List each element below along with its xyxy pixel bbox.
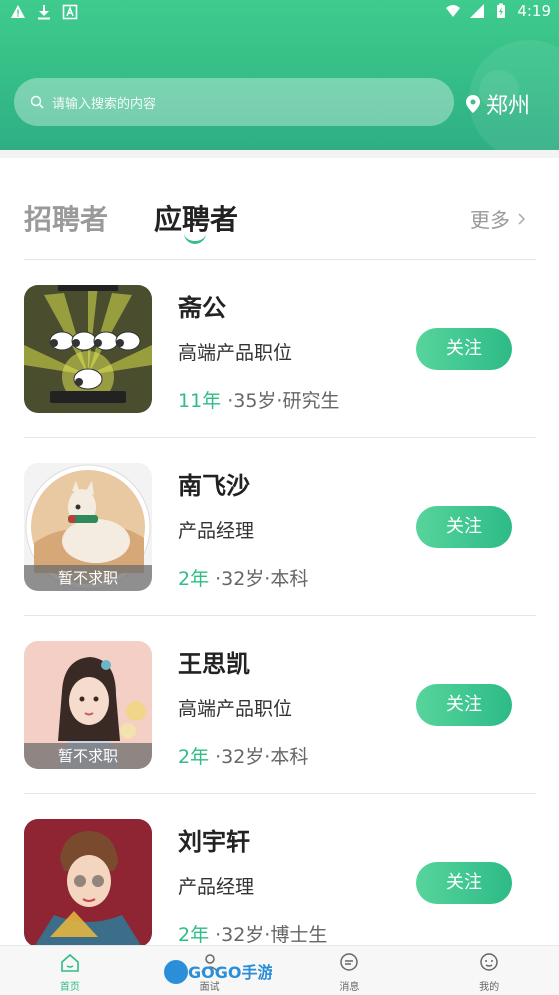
clock: 4:19 [517,2,551,20]
avatar [24,819,152,947]
candidate-list: 斋公 高端产品职位 11年 ·35岁·研究生 关注 暂不求职 南飞沙 产品经理 … [0,260,559,972]
more-link[interactable]: 更多 [470,204,526,233]
follow-button[interactable]: 关注 [416,328,512,370]
follow-button[interactable]: 关注 [416,506,512,548]
follow-button[interactable]: 关注 [416,684,512,726]
candidate-details: ·32岁·博士生 [215,924,328,946]
search-placeholder: 请输入搜索的内容 [52,96,157,112]
candidate-details: ·32岁·本科 [215,568,309,590]
battery-icon [497,3,506,18]
experience-years: 11年 [178,390,222,412]
candidate-details: ·32岁·本科 [215,746,309,768]
candidate-meta: 2年 ·32岁·本科 [178,742,308,769]
avatar: 暂不求职 [24,641,152,769]
divider [0,150,559,158]
status-bar: 4:19 [0,0,559,26]
status-badge: 暂不求职 [24,565,152,591]
status-badge: 暂不求职 [24,743,152,769]
app-screen: 4:19 请输入搜索的内容 郑州 招聘者 应聘者 更多 斋公 高端产品职位 11… [0,0,559,995]
more-label: 更多 [470,208,510,232]
experience-years: 2年 [178,746,210,768]
list-item[interactable]: 斋公 高端产品职位 11年 ·35岁·研究生 关注 [24,260,536,438]
location-selector[interactable]: 郑州 [466,88,530,120]
candidate-details: ·35岁·研究生 [227,390,340,412]
candidate-name: 斋公 [178,294,226,322]
app-a-icon [62,4,78,20]
watermark-icon [164,960,188,984]
watermark-text: GOGO手游网 [188,963,272,982]
avatar: 暂不求职 [24,463,152,591]
candidate-name: 刘宇轩 [178,828,250,856]
signal-icon [470,4,485,18]
nav-mine[interactable]: 我的 [419,946,559,995]
candidate-meta: 2年 ·32岁·本科 [178,564,308,591]
active-tab-indicator [184,230,206,244]
location-pin-icon [466,95,480,113]
list-item[interactable]: 暂不求职 南飞沙 产品经理 2年 ·32岁·本科 关注 [24,438,536,616]
boy-illustration-avatar [24,819,152,947]
candidate-name: 南飞沙 [178,472,250,500]
download-icon [38,5,50,20]
message-icon [340,953,359,971]
watermark-logo: GOGO手游网 [164,957,274,987]
candidate-position: 产品经理 [178,876,255,898]
list-item[interactable]: 暂不求职 王思凯 高端产品职位 2年 ·32岁·本科 关注 [24,616,536,794]
svg-text:GOGO手游网: GOGO手游网 [188,963,272,982]
sheep-game-avatar [24,285,152,413]
header: 4:19 请输入搜索的内容 郑州 [0,0,559,150]
candidate-position: 产品经理 [178,520,255,542]
tab-bar: 招聘者 应聘者 更多 [0,158,559,260]
search-input[interactable]: 请输入搜索的内容 [14,78,454,126]
chevron-right-icon [518,212,526,225]
nav-home-label: 首页 [59,982,80,993]
tab-recruiter[interactable]: 招聘者 [24,198,108,238]
search-icon [30,95,44,109]
nav-message[interactable]: 消息 [280,946,420,995]
follow-button[interactable]: 关注 [416,862,512,904]
profile-icon [480,953,498,971]
experience-years: 2年 [178,924,210,946]
nav-mine-label: 我的 [479,982,500,993]
home-icon [61,953,79,972]
candidate-position: 高端产品职位 [178,698,293,720]
candidate-name: 王思凯 [178,650,250,678]
nav-message-label: 消息 [339,982,360,993]
location-label: 郑州 [486,94,531,119]
nav-home[interactable]: 首页 [0,946,140,995]
wifi-icon [446,5,461,17]
bottom-navigation: 首页 面试 消息 我的 [0,945,559,995]
candidate-meta: 11年 ·35岁·研究生 [178,386,339,413]
candidate-meta: 2年 ·32岁·博士生 [178,920,327,947]
experience-years: 2年 [178,568,210,590]
avatar [24,285,152,413]
candidate-position: 高端产品职位 [178,342,293,364]
warning-icon [11,5,25,18]
